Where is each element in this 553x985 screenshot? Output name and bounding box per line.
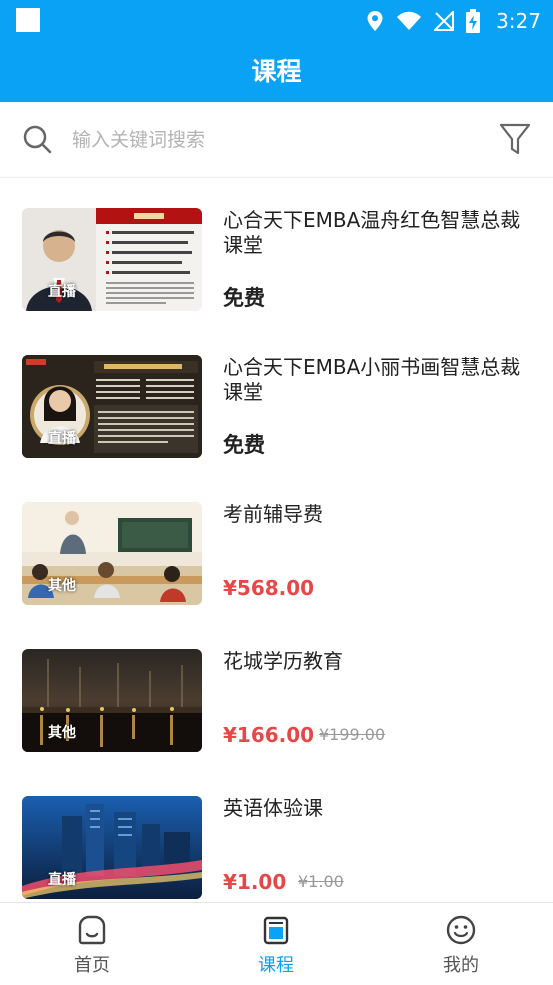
course-thumbnail: 直播 [22, 796, 202, 899]
course-item[interactable]: 其他 花城学历教育 ¥166.00 ¥199.00 [0, 619, 553, 766]
course-thumbnail: 其他 [22, 502, 202, 605]
smiley-icon [446, 915, 476, 945]
course-item[interactable]: 直播 英语体验课 ¥1.00 ¥1.00 [0, 766, 553, 902]
original-price: ¥199.00 [319, 725, 386, 744]
original-price: ¥1.00 [298, 872, 344, 891]
search-bar [0, 102, 553, 178]
tab-home[interactable]: 首页 [0, 903, 184, 985]
course-type-badge: 其他 [48, 578, 76, 594]
course-price: ¥568.00 [223, 576, 315, 600]
notification-icon [16, 8, 40, 32]
course-title: 考前辅导费 [223, 502, 323, 526]
search-icon[interactable] [22, 124, 52, 154]
wifi-icon [397, 11, 422, 30]
filter-icon[interactable] [499, 122, 531, 156]
course-price: ¥1.00 [223, 870, 287, 894]
course-title: 英语体验课 [223, 796, 323, 820]
course-type-badge: 直播 [48, 431, 76, 447]
course-price: 免费 [223, 433, 265, 457]
course-thumbnail: 直播 [22, 208, 202, 311]
course-icon [263, 916, 289, 945]
course-thumbnail: 其他 [22, 649, 202, 752]
home-icon [78, 915, 106, 945]
tab-label: 我的 [443, 955, 479, 976]
bottom-tab-bar: 首页 课程 我的 [0, 902, 553, 984]
course-type-badge: 直播 [48, 284, 76, 300]
tab-label: 课程 [258, 955, 294, 976]
course-item[interactable]: 直播 心合天下EMBA温舟红色智慧总裁课堂 免费 [0, 178, 553, 325]
search-input[interactable] [70, 122, 470, 158]
course-item[interactable]: 直播 心合天下EMBA小丽书画智慧总裁课堂 免费 [0, 325, 553, 472]
course-item[interactable]: 其他 考前辅导费 ¥568.00 [0, 472, 553, 619]
course-title: 心合天下EMBA小丽书画智慧总裁课堂 [223, 355, 521, 404]
status-time: 3:27 [496, 9, 541, 33]
course-title: 心合天下EMBA温舟红色智慧总裁课堂 [223, 208, 521, 257]
course-price: 免费 [223, 286, 265, 310]
course-thumbnail: 直播 [22, 355, 202, 458]
no-signal-icon [434, 11, 455, 31]
tab-course[interactable]: 课程 [184, 903, 368, 985]
course-list: 直播 心合天下EMBA温舟红色智慧总裁课堂 免费 直播 心合天下EMBA小丽书画… [0, 178, 553, 902]
tab-label: 首页 [74, 955, 110, 976]
course-type-badge: 其他 [48, 725, 76, 741]
page-title: 课程 [0, 42, 553, 102]
status-icons: 3:27 [366, 6, 541, 36]
location-icon [367, 11, 383, 31]
course-type-badge: 直播 [48, 872, 76, 888]
course-title: 花城学历教育 [223, 649, 343, 673]
tab-mine[interactable]: 我的 [369, 903, 553, 985]
status-bar: 3:27 [0, 0, 553, 42]
course-price: ¥166.00 [223, 723, 315, 747]
battery-charging-icon [466, 9, 481, 33]
